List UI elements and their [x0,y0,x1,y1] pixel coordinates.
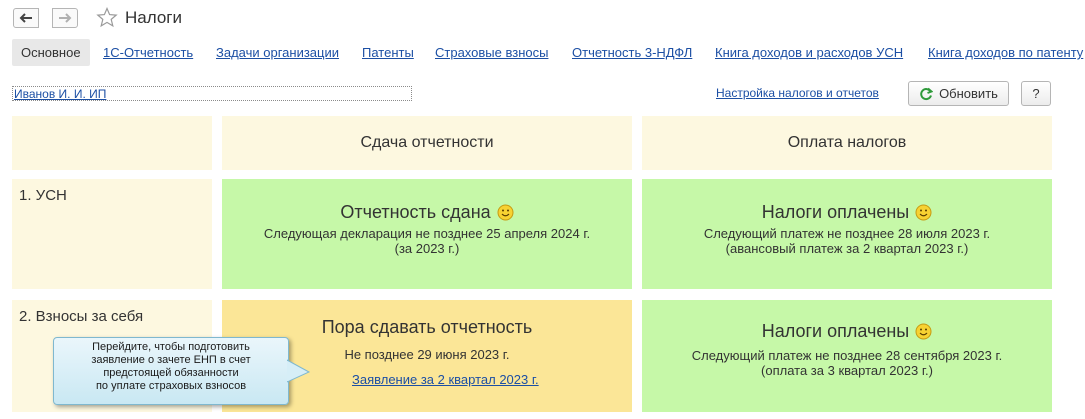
usn-reporting-status: Отчетность сдана [340,202,491,222]
tooltip-arrow-icon [287,359,311,383]
contributions-payment-cell[interactable]: Налоги оплачены Следующий платеж не позд… [642,300,1052,412]
page-title: Налоги [125,8,182,27]
usn-reporting-next: Следующая декларация не позднее 25 апрел… [263,226,591,241]
row-label-usn: 1. УСН [12,179,212,289]
arrow-left-icon [19,13,32,23]
forward-button[interactable] [52,8,78,28]
tab-patents[interactable]: Патенты [362,45,414,60]
tooltip-line: Перейдите, чтобы подготовить [92,341,250,353]
tab-usn-ledger[interactable]: Книга доходов и расходов УСН [715,45,903,60]
smiley-icon [915,323,932,340]
smiley-icon [915,204,932,221]
organization-link[interactable]: Иванов И. И. ИП [12,86,412,101]
tooltip-line: предстоящей обязанности [103,367,239,379]
usn-payment-period: (авансовый платеж за 2 квартал 2023 г.) [725,241,969,256]
tax-settings-link[interactable]: Настройка налогов и отчетов [716,86,879,100]
usn-payment-next: Следующий платеж не позднее 28 июля 2023… [703,226,991,241]
arrow-right-icon [59,13,72,23]
tab-3ndfl-reporting[interactable]: Отчетность 3-НДФЛ [572,45,692,60]
contributions-reporting-status: Пора сдавать отчетность [321,317,533,337]
refresh-button[interactable]: Обновить [908,81,1009,106]
tab-insurance-contributions[interactable]: Страховые взносы [435,45,548,60]
usn-reporting-period: (за 2023 г.) [394,241,460,256]
tab-patent-ledger[interactable]: Книга доходов по патенту [928,45,1083,60]
contributions-payment-status: Налоги оплачены [761,321,910,341]
favorite-star-icon[interactable] [96,6,118,33]
tab-organization-tasks[interactable]: Задачи организации [216,45,339,60]
back-button[interactable] [13,8,39,28]
usn-reporting-cell[interactable]: Отчетность сдана Следующая декларация не… [222,179,632,289]
tab-main[interactable]: Основное [12,39,90,66]
tooltip-line: по уплате страховых взносов [95,380,247,392]
contributions-payment-next: Следующий платеж не позднее 28 сентября … [691,348,1003,363]
tooltip: Перейдите, чтобы подготовить заявление о… [53,337,289,405]
help-button[interactable]: ? [1021,81,1051,106]
refresh-icon [920,87,934,100]
usn-payment-cell[interactable]: Налоги оплачены Следующий платеж не позд… [642,179,1052,289]
tab-1c-reporting[interactable]: 1С-Отчетность [103,45,193,60]
contributions-payment-period: (оплата за 3 квартал 2023 г.) [761,363,933,378]
column-header-reporting: Сдача отчетности [222,116,632,170]
corner-header [12,116,212,170]
tooltip-line: заявление о зачете ЕНП в счет [91,354,251,366]
refresh-label: Обновить [939,86,998,101]
usn-payment-status: Налоги оплачены [761,202,910,222]
smiley-icon [497,204,514,221]
column-header-payment: Оплата налогов [642,116,1052,170]
